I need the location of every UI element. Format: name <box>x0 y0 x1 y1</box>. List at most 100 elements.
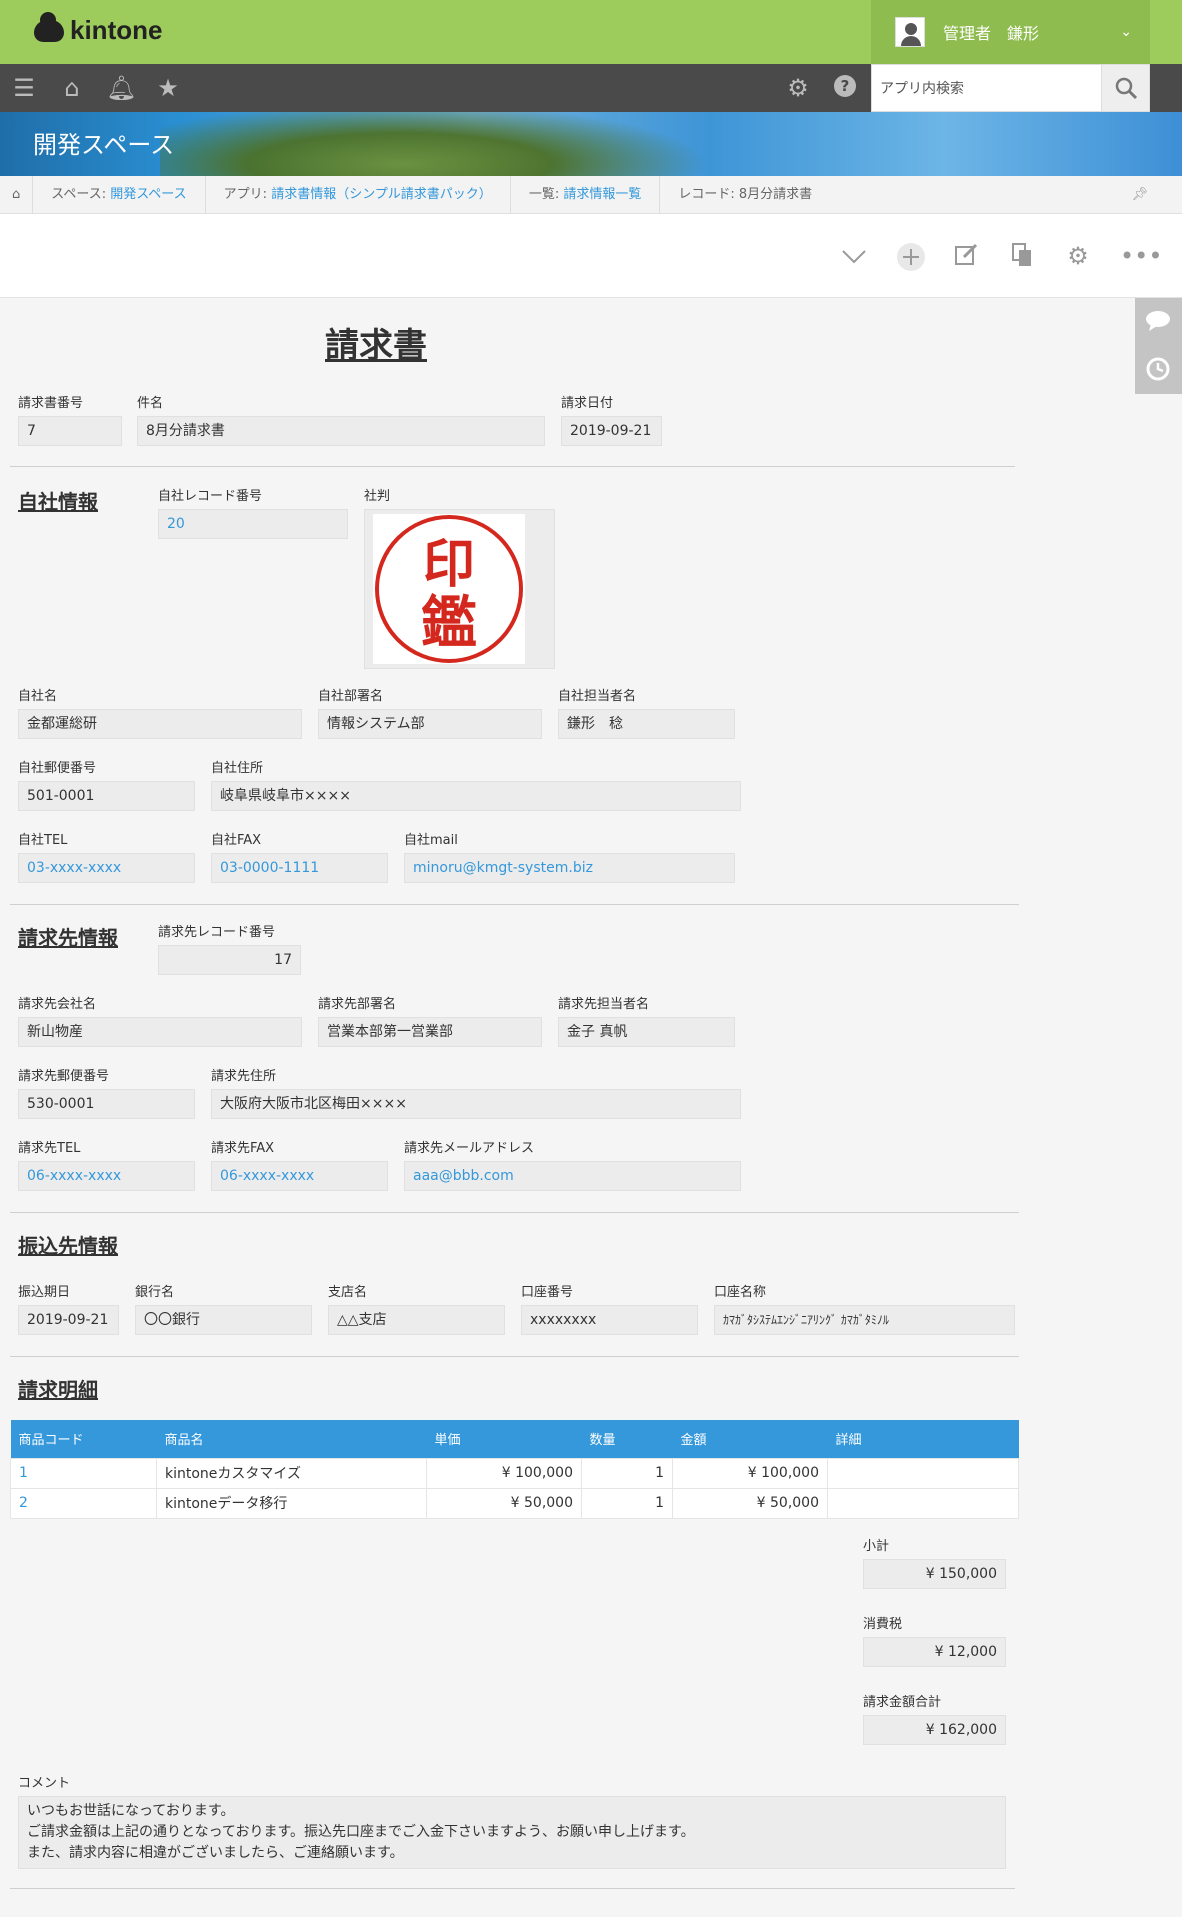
invoice-date-label: 請求日付 <box>561 396 614 411</box>
bank-name-value: 〇〇銀行 <box>135 1305 312 1335</box>
product-name: kintoneカスタマイズ <box>156 1457 427 1489</box>
own-address-value: 岐阜県岐阜市×××× <box>211 781 741 811</box>
space-title[interactable]: 開発スペース <box>33 125 174 160</box>
chevron-down-icon[interactable] <box>840 242 868 270</box>
client-tel-label: 請求先TEL <box>18 1141 81 1156</box>
table-row: 1 kintoneカスタマイズ ¥ 100,000 1 ¥ 100,000 <box>10 1457 1019 1489</box>
user-menu[interactable]: 管理者 鎌形 ⌄ <box>871 0 1150 64</box>
menu-icon[interactable]: ☰ <box>10 74 38 102</box>
col-header: 商品名 <box>156 1420 427 1458</box>
search-input[interactable]: アプリ内検索 <box>872 78 1101 98</box>
account-name-value: ｶﾏｶﾞﾀｼｽﾃﾑｴﾝｼﾞﾆｱﾘﾝｸﾞ ｶﾏｶﾞﾀﾐﾉﾙ <box>714 1305 1015 1335</box>
client-mail-label: 請求先メールアドレス <box>404 1141 535 1156</box>
own-record-no-link[interactable]: 20 <box>158 509 348 539</box>
settings-gear-icon[interactable]: ⚙ <box>784 74 812 102</box>
product-code-link[interactable]: 2 <box>10 1487 157 1519</box>
tax-label: 消費税 <box>863 1617 903 1632</box>
side-panel-tabs <box>1135 298 1182 394</box>
own-info-heading: 自社情報 <box>18 490 98 514</box>
space-link[interactable]: 開発スペース <box>110 187 186 202</box>
gear-icon[interactable]: ⚙ <box>1064 242 1092 270</box>
col-header: 商品コード <box>10 1420 157 1458</box>
add-record-button[interactable] <box>896 242 925 271</box>
invoice-no-label: 請求書番号 <box>18 396 84 411</box>
list-link[interactable]: 請求情報一覧 <box>563 187 641 202</box>
col-header: 金額 <box>672 1420 828 1458</box>
seal-char-2: 鑑 <box>421 590 477 656</box>
own-name-value: 金都運総研 <box>18 709 302 739</box>
own-person-label: 自社担当者名 <box>558 689 637 704</box>
seal-label: 社判 <box>364 489 391 504</box>
client-fax-link[interactable]: 06-xxxx-xxxx <box>211 1161 388 1191</box>
breadcrumb-space[interactable]: スペース: 開発スペース <box>33 175 206 214</box>
client-mail-link[interactable]: aaa@bbb.com <box>404 1161 741 1191</box>
comment-icon[interactable] <box>1145 310 1171 336</box>
home-icon[interactable]: ⌂ <box>58 74 86 102</box>
quantity: 1 <box>581 1487 673 1519</box>
client-record-no-label: 請求先レコード番号 <box>158 925 276 940</box>
own-zip-label: 自社郵便番号 <box>18 761 97 776</box>
bell-icon[interactable]: 🔔︎ <box>106 74 136 102</box>
own-dept-value: 情報システム部 <box>318 709 542 739</box>
subtotal-label: 小計 <box>863 1539 890 1554</box>
breadcrumb-list[interactable]: 一覧: 請求情報一覧 <box>511 175 661 214</box>
own-mail-label: 自社mail <box>404 833 458 848</box>
app-search-box[interactable]: アプリ内検索 <box>871 64 1150 112</box>
crumb-prefix: スペース: <box>51 186 111 202</box>
app-link[interactable]: 請求書情報（シンプル請求書パック） <box>271 187 492 202</box>
product-code-link[interactable]: 1 <box>10 1457 157 1489</box>
crumb-prefix: アプリ: <box>223 186 272 202</box>
unit-price: ¥ 100,000 <box>426 1457 582 1489</box>
seal-image: 印 鑑 <box>373 514 525 664</box>
table-header-row: 商品コード 商品名 単価 数量 金額 詳細 <box>10 1420 1019 1458</box>
form-title: 請求書 <box>325 326 427 366</box>
subject-value: 8月分請求書 <box>137 416 545 446</box>
own-dept-label: 自社部署名 <box>318 689 384 704</box>
bank-name-label: 銀行名 <box>135 1285 175 1300</box>
logo-text: kintone <box>70 15 163 45</box>
divider <box>10 466 1015 467</box>
more-options-icon[interactable]: ••• <box>1120 242 1162 270</box>
client-zip-label: 請求先郵便番号 <box>18 1069 110 1084</box>
client-zip-value: 530-0001 <box>18 1089 195 1119</box>
comment-line: また、請求内容に相違がございましたら、ご連絡願います。 <box>27 1845 404 1861</box>
star-icon[interactable]: ★ <box>154 74 182 102</box>
subtotal-value: ¥ 150,000 <box>863 1559 1006 1589</box>
detail-heading: 請求明細 <box>18 1378 98 1402</box>
own-tel-link[interactable]: 03-xxxx-xxxx <box>18 853 195 883</box>
divider <box>10 1356 1019 1357</box>
pin-icon[interactable]: 📌︎ <box>1131 187 1148 202</box>
client-address-value: 大阪府大阪市北区梅田×××× <box>211 1089 741 1119</box>
own-mail-link[interactable]: minoru@kmgt-system.biz <box>404 853 735 883</box>
comment-line: いつもお世話になっております。 <box>27 1803 235 1819</box>
seal-char-1: 印 <box>423 534 475 595</box>
palm-tree-image <box>160 112 760 176</box>
invoice-date-value: 2019-09-21 <box>561 416 662 446</box>
help-icon[interactable]: ? <box>831 74 859 102</box>
seal-stamp-icon: 印 鑑 <box>375 515 523 663</box>
client-tel-link[interactable]: 06-xxxx-xxxx <box>18 1161 195 1191</box>
unit-price: ¥ 50,000 <box>426 1487 582 1519</box>
client-record-no-value: 17 <box>158 945 301 975</box>
record-action-bar <box>0 214 1182 298</box>
duplicate-icon[interactable] <box>1008 242 1036 270</box>
divider <box>10 1212 1019 1213</box>
breadcrumb-app[interactable]: アプリ: 請求書情報（シンプル請求書パック） <box>206 175 511 214</box>
user-name: 管理者 鎌形 <box>943 24 1040 43</box>
kintone-logo[interactable]: kintone <box>34 11 163 46</box>
bank-info-heading: 振込先情報 <box>18 1234 118 1258</box>
comment-line: ご請求金額は上記の通りとなっております。振込先口座までご入金下さいますよう、お願… <box>27 1824 695 1840</box>
col-header: 単価 <box>426 1420 582 1458</box>
history-icon[interactable] <box>1145 356 1171 386</box>
account-no-value: xxxxxxxx <box>521 1305 698 1335</box>
own-fax-link[interactable]: 03-0000-1111 <box>211 853 388 883</box>
divider <box>10 1888 1015 1889</box>
detail-note <box>827 1457 1019 1489</box>
search-button[interactable] <box>1101 65 1149 111</box>
invoice-no-value: 7 <box>18 416 122 446</box>
due-date-label: 振込期日 <box>18 1285 71 1300</box>
own-address-label: 自社住所 <box>211 761 264 776</box>
home-icon[interactable]: ⌂ <box>0 175 34 214</box>
col-header: 数量 <box>581 1420 673 1458</box>
edit-icon[interactable] <box>952 242 980 270</box>
